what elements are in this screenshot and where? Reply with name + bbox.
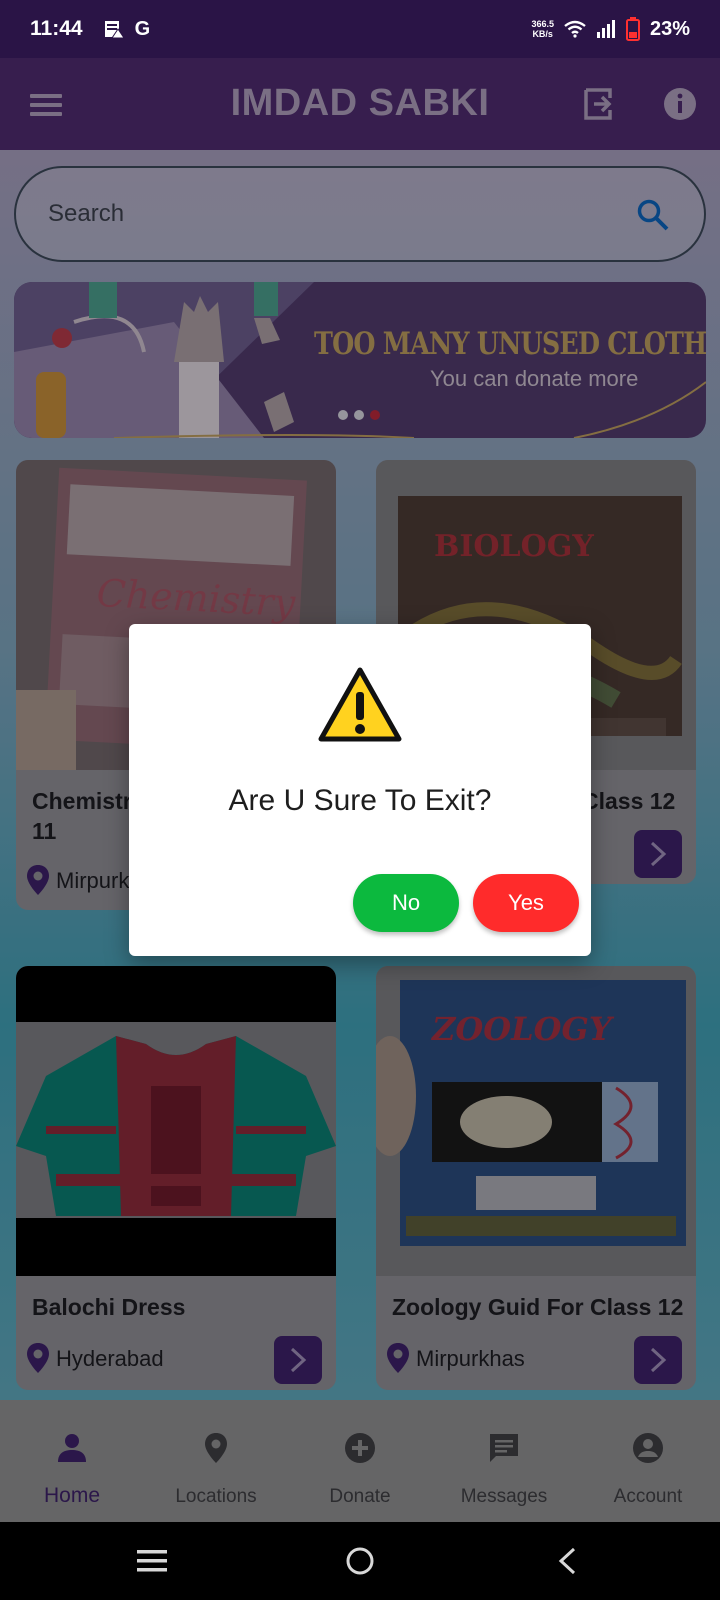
status-bar: 11:44 G 366.5 KB/s 23%	[0, 0, 720, 58]
back-icon[interactable]	[556, 1546, 578, 1576]
recent-apps-icon[interactable]	[137, 1549, 167, 1573]
yes-button[interactable]: Yes	[473, 874, 579, 932]
battery-icon	[625, 17, 640, 41]
system-navigation-bar	[0, 1522, 720, 1600]
sim-data-icon	[104, 21, 125, 39]
exit-confirm-dialog: Are U Sure To Exit? No Yes	[129, 624, 591, 956]
no-button[interactable]: No	[353, 874, 459, 932]
home-circle-icon[interactable]	[345, 1546, 375, 1576]
google-icon: G	[134, 17, 151, 40]
dialog-message: Are U Sure To Exit?	[228, 784, 492, 817]
warning-icon	[318, 667, 402, 742]
wifi-icon	[564, 20, 586, 38]
network-speed: 366.5 KB/s	[531, 19, 554, 39]
signal-icon	[596, 20, 615, 38]
status-time: 11:44	[30, 17, 83, 40]
battery-percent: 23%	[649, 17, 690, 40]
